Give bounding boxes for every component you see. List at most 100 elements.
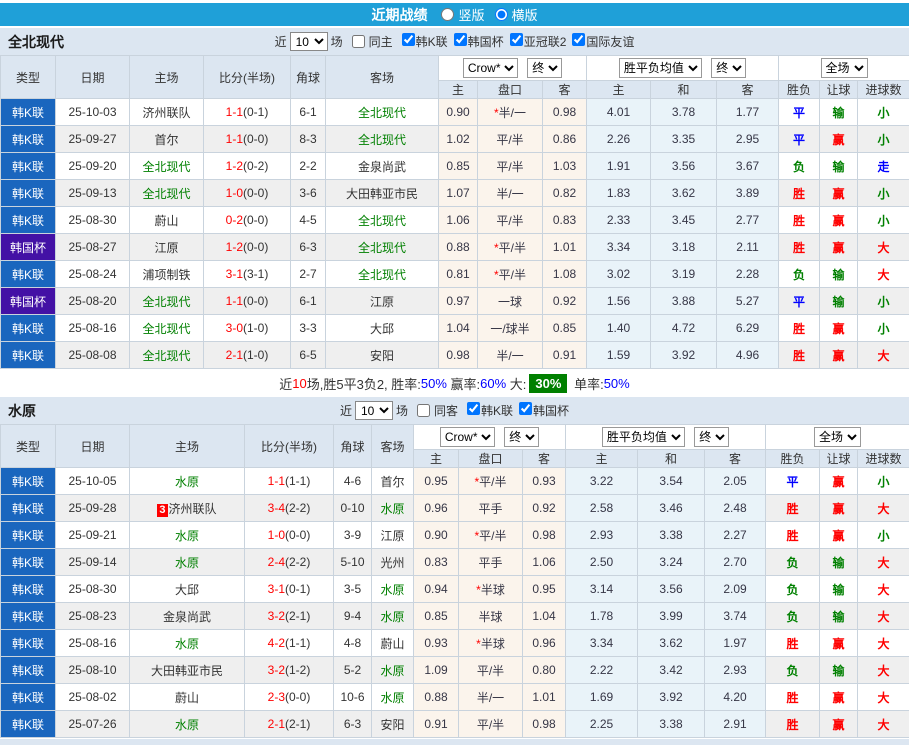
eu-home-odds-cell: 3.14	[565, 575, 639, 603]
result-goals-cell: 小	[857, 179, 909, 207]
eu-away-odds-cell: 5.27	[716, 287, 780, 315]
asia-away-odds-cell: 0.91	[541, 341, 588, 369]
table-row: 韩K联 25-08-16 水原 4-2(1-1) 4-8 蔚山 0.93 *半球 0.96 3.3…	[0, 629, 909, 657]
away-team-name: 全北现代	[357, 132, 406, 147]
same-home-label: 同主	[368, 35, 393, 49]
vertical-layout-radio[interactable]	[441, 8, 455, 21]
home-team-cell: 全北现代	[129, 341, 204, 369]
result-wdl-cell: 胜	[778, 233, 821, 261]
star-mark: *	[493, 240, 499, 255]
horizontal-layout-radio[interactable]	[494, 8, 508, 21]
asia-home-odds-cell: 0.85	[413, 602, 459, 630]
home-team-cell: 金泉尚武	[129, 602, 245, 630]
corner-cell: 5-2	[333, 656, 372, 684]
eu-home-odds-cell: 2.50	[565, 548, 639, 576]
final-odds-select-1[interactable]: 终	[527, 58, 563, 78]
away-team-cell: 光州	[371, 548, 414, 576]
final-odds-select-2[interactable]: 终	[711, 58, 747, 78]
home-team-name: 蔚山	[174, 690, 199, 705]
away-team-cell: 水原	[371, 602, 414, 630]
league-checkbox[interactable]	[572, 33, 586, 46]
league-checkbox[interactable]	[519, 402, 533, 415]
sub-col-eu-draw: 和	[650, 80, 718, 99]
handicap-cell: 平/半	[458, 656, 523, 684]
result-wdl-cell: 平	[778, 125, 821, 153]
sub-col-asia-away: 客	[521, 449, 567, 468]
full-time-score: 2-1	[267, 717, 285, 731]
half-time-score: (3-1)	[243, 267, 269, 281]
table-row: 韩K联 25-08-24 浦项制铁 3-1(3-1) 2-7 全北现代 0.81 *平/半 1.…	[0, 260, 909, 288]
league-checkbox[interactable]	[467, 402, 480, 415]
asia-home-odds-cell: 0.94	[413, 575, 459, 603]
asia-away-odds-cell: 0.83	[541, 206, 588, 234]
games-count-select[interactable]: 10	[354, 401, 393, 420]
home-team-cell: 全北现代	[129, 152, 204, 180]
asia-home-odds-cell: 0.97	[438, 287, 478, 315]
home-team-name: 蔚山	[154, 213, 179, 228]
corner-cell: 10-6	[333, 683, 372, 711]
home-team-name: 全北现代	[142, 321, 191, 336]
eu-away-odds-cell: 1.97	[704, 629, 767, 657]
eu-away-odds-cell: 2.28	[716, 260, 780, 288]
sub-col-goals: 进球数	[857, 80, 909, 99]
asia-away-odds-cell: 0.96	[521, 629, 567, 657]
bookmaker-select[interactable]: Crow*	[462, 58, 518, 78]
result-goals-cell: 小	[857, 98, 909, 126]
away-team-cell: 水原	[371, 683, 414, 711]
result-goals-cell: 大	[857, 629, 909, 657]
asia-away-odds-cell: 0.82	[541, 179, 588, 207]
asia-home-odds-cell: 0.88	[413, 683, 459, 711]
asia-home-odds-cell: 1.09	[413, 656, 459, 684]
full-time-score: 2-3	[267, 690, 285, 704]
full-match-select[interactable]: 全场	[814, 427, 862, 447]
eu-away-odds-cell: 2.91	[704, 710, 767, 738]
sub-col-handicap: 盘口	[477, 80, 543, 99]
eu-away-odds-cell: 2.77	[716, 206, 780, 234]
same-home-checkbox[interactable]	[351, 35, 365, 48]
result-goals-cell: 大	[857, 260, 909, 288]
league-checkbox[interactable]	[453, 33, 467, 46]
team1-name: 全北现代	[8, 33, 64, 50]
avg-odds-select[interactable]: 胜平负均值	[601, 427, 685, 447]
away-team-name: 水原	[380, 690, 405, 705]
league-checkbox[interactable]	[509, 33, 523, 46]
sub-col-let: 让球	[819, 80, 859, 99]
avg-odds-select[interactable]: 胜平负均值	[618, 58, 702, 78]
home-team-name: 全北现代	[142, 348, 191, 363]
result-handicap-cell: 输	[819, 575, 859, 603]
date-cell: 25-09-27	[55, 125, 130, 153]
games-count-select[interactable]: 10	[289, 32, 328, 51]
asia-home-odds-cell: 0.90	[413, 521, 459, 549]
result-handicap-cell: 赢	[819, 233, 859, 261]
eu-home-odds-cell: 2.22	[565, 656, 639, 684]
score-cell: 1-0(0-0)	[203, 179, 291, 207]
league-checkbox[interactable]	[401, 33, 415, 46]
full-match-select[interactable]: 全场	[820, 58, 868, 78]
table-row: 韩K联 25-09-13 全北现代 1-0(0-0) 3-6 大田韩亚市民 1.07 半/一 0…	[0, 179, 909, 207]
league-label: 韩国杯	[533, 404, 570, 418]
col-score: 比分(半场)	[244, 424, 334, 468]
result-wdl-cell: 胜	[765, 494, 821, 522]
final-odds-select-2[interactable]: 终	[694, 427, 730, 447]
league-type-cell: 韩K联	[0, 575, 56, 603]
asia-away-odds-cell: 0.98	[521, 521, 567, 549]
away-team-name: 水原	[380, 582, 405, 597]
eu-draw-odds-cell: 3.92	[650, 341, 718, 369]
score-cell: 2-3(0-0)	[244, 683, 334, 711]
final-odds-select-1[interactable]: 终	[504, 427, 540, 447]
handicap-cell: 平手	[458, 494, 523, 522]
bookmaker-select[interactable]: Crow*	[439, 427, 495, 447]
handicap-cell: 平/半	[477, 152, 543, 180]
eu-home-odds-cell: 1.69	[565, 683, 639, 711]
col-type: 类型	[0, 424, 56, 468]
eu-away-odds-cell: 4.20	[704, 683, 767, 711]
score-cell: 2-1(2-1)	[244, 710, 334, 738]
same-away-checkbox[interactable]	[416, 404, 430, 417]
result-wdl-cell: 负	[765, 656, 821, 684]
full-time-score: 3-1	[225, 267, 243, 281]
half-time-score: (1-0)	[243, 348, 269, 362]
full-time-score: 3-1	[267, 582, 285, 596]
half-time-score: (2-2)	[285, 555, 311, 569]
half-time-score: (2-1)	[285, 717, 311, 731]
home-team-name: 水原	[174, 528, 199, 543]
